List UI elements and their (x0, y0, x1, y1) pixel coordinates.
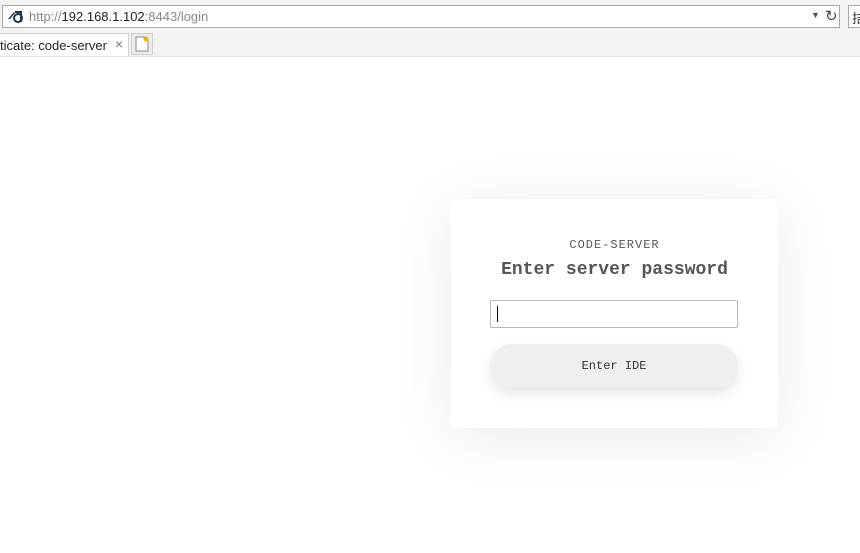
address-dropdown-icon[interactable]: ▼ (811, 10, 820, 20)
tab-close-icon[interactable]: × (115, 36, 123, 52)
new-tab-icon (135, 36, 149, 52)
tab-code-server[interactable]: ticate: code-server × (0, 33, 129, 56)
address-bar[interactable]: http://192.168.1.102:8443/login ▼ ↻ (2, 5, 840, 28)
reload-icon[interactable]: ↻ (825, 7, 838, 25)
tab-title: ticate: code-server (0, 38, 107, 53)
url-scheme: http:// (29, 9, 62, 24)
app-name-subtitle: CODE-SERVER (569, 238, 660, 252)
login-title: Enter server password (501, 260, 728, 280)
enter-ide-button[interactable]: Enter IDE (490, 344, 738, 388)
url-path: :8443/login (144, 9, 209, 24)
password-input[interactable] (490, 300, 738, 328)
login-card: CODE-SERVER Enter server password Enter … (451, 199, 778, 428)
search-box-partial-text: 拮 (852, 11, 860, 26)
browser-chrome: http://192.168.1.102:8443/login ▼ ↻ 拮 ti… (0, 0, 860, 57)
search-box-partial[interactable]: 拮 (848, 5, 860, 28)
url-text[interactable]: http://192.168.1.102:8443/login (29, 9, 208, 24)
text-caret (497, 306, 498, 322)
new-tab-button[interactable] (131, 33, 153, 55)
site-favicon-icon (6, 8, 24, 25)
url-host: 192.168.1.102 (61, 9, 145, 24)
